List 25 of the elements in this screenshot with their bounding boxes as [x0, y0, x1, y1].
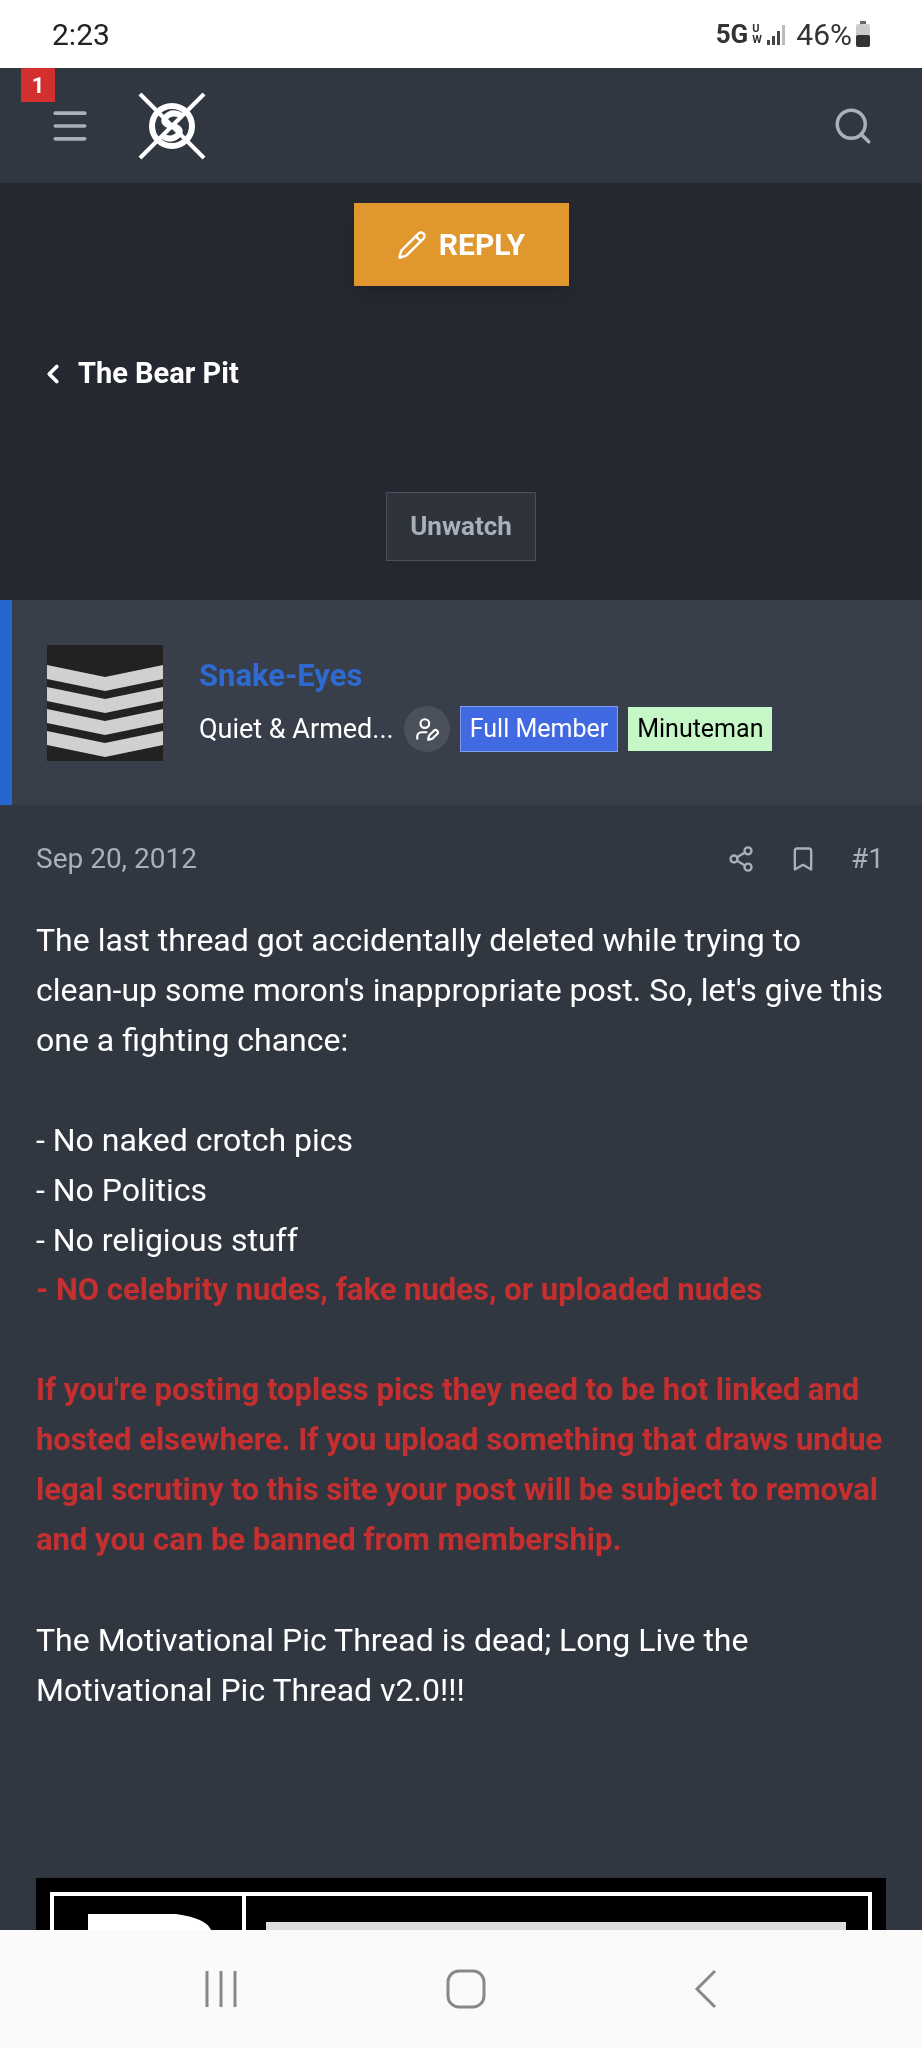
post-number[interactable]: #1 — [851, 838, 884, 880]
battery-level: 46% — [796, 15, 852, 54]
warning-text: - NO celebrity nudes, fake nudes, or uploaded nudes — [36, 1270, 764, 1310]
post-text: The last thread got accidentally deleted while trying to clean-up some moron's inappropriate post. So, let's give this one a fighting chance: — [36, 920, 884, 1061]
notification-badge: 1 — [21, 68, 55, 102]
breadcrumb-link[interactable]: The Bear Pit — [38, 352, 239, 396]
battery-icon — [856, 21, 870, 47]
network-sub-label: UW — [752, 23, 763, 45]
post-date[interactable]: Sep 20, 2012 — [36, 838, 197, 880]
user-badge: Full Member — [459, 706, 619, 752]
unwatch-button[interactable]: Unwatch — [386, 491, 536, 561]
home-icon[interactable] — [446, 1969, 486, 2009]
status-time: 2:23 — [52, 15, 110, 54]
post-text: The Motivational Pic Thread is dead; Long Live the Motivational Pic Thread v2.0!!! — [36, 1620, 750, 1711]
warning-text: If you're posting topless pics they need to be hot linked and hosted elsewhere. If you upload something that draws undue legal scrutiny to this site your post will be subject to removal and you can be banned from membership. — [36, 1370, 884, 1560]
back-icon[interactable] — [694, 1969, 718, 2009]
pencil-icon — [396, 229, 427, 260]
user-badge: Minuteman — [628, 707, 773, 751]
post-text: - No religious stuff — [36, 1220, 299, 1261]
share-icon[interactable] — [727, 845, 755, 873]
post-text: - No Politics — [36, 1170, 209, 1211]
user-title: Quiet & Armed... — [199, 711, 394, 747]
recent-apps-icon[interactable] — [204, 1969, 238, 2009]
post-text: - No naked crotch pics — [36, 1120, 355, 1161]
network-label: 5G — [715, 17, 749, 51]
